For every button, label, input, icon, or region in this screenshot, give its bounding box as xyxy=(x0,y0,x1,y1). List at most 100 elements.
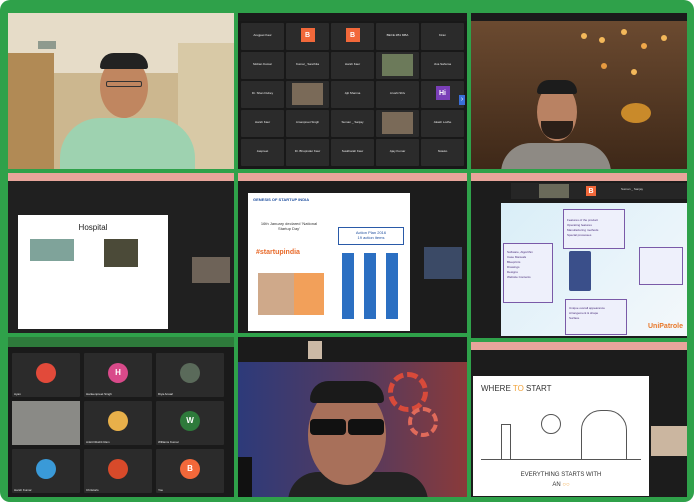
person-hair xyxy=(100,53,148,69)
participant-thumbnail[interactable] xyxy=(424,247,462,279)
slide-list-item: Blueprints xyxy=(507,260,521,264)
participant-cell[interactable]: Ajay Kumar xyxy=(376,139,419,166)
participant-name: Ankit Dikshit Ram xyxy=(86,440,110,444)
participant-cell[interactable]: Kumar_ Sanchita xyxy=(286,52,329,79)
mic-stand xyxy=(238,457,252,497)
participant-cell[interactable] xyxy=(376,110,419,137)
pillar-2 xyxy=(364,253,376,319)
video-tile-8[interactable] xyxy=(238,337,467,497)
slide-list-item: Unique overall appearance xyxy=(569,306,605,310)
participant-cell[interactable] xyxy=(12,401,80,445)
participant-cell[interactable]: BECE 2B1 MBA xyxy=(376,23,419,50)
participant-cell[interactable]: Ajit Sharma xyxy=(331,81,374,108)
door xyxy=(8,53,54,169)
participant-cell[interactable]: B You xyxy=(156,449,224,493)
person-shirt xyxy=(60,118,195,169)
video-tile-7-gallery[interactable]: Ayan H Harleenpreet Singh Diya Ansari Ankit … xyxy=(8,337,234,497)
top-bar xyxy=(238,13,467,21)
participant-cell[interactable] xyxy=(376,52,419,79)
slide-list-item: Case Manuals xyxy=(507,255,527,259)
participant-cell[interactable]: Kiran xyxy=(421,23,464,50)
photo-1 xyxy=(30,239,74,261)
video-tile-3[interactable] xyxy=(471,13,687,169)
participant-name: Christoris xyxy=(86,488,99,492)
screen-share-tile-5[interactable]: GENESIS OF STARTUP INDIA 16th January de… xyxy=(238,173,467,333)
slide: Hospital xyxy=(18,215,168,329)
participant-cell[interactable]: Dr. Shan Dubey xyxy=(241,81,284,108)
participant-name: Diya Ansari xyxy=(158,392,174,396)
participant-cell[interactable]: Mohan Kumar xyxy=(241,52,284,79)
participant-name: Harsh Kumar xyxy=(14,488,32,492)
participant-cell[interactable]: Harsh Kaur xyxy=(241,110,284,137)
photo-2 xyxy=(104,239,138,267)
participant-cell[interactable]: W Williams Kumar xyxy=(156,401,224,445)
slide-title: Hospital xyxy=(78,223,108,232)
thumb-video[interactable] xyxy=(308,341,322,359)
pillar-3 xyxy=(386,253,398,319)
screen-share-tile-9[interactable]: WHERE TO START EVERYTHING STARTS WITH AN… xyxy=(471,342,687,497)
participant-cell[interactable]: Harsh Kaur xyxy=(331,52,374,79)
participant-cell[interactable]: Jaspreet xyxy=(241,139,284,166)
gallery-frame: Aregjeet Kaur B B BECE 2B1 MBA Kiran Mohan Ku… xyxy=(0,0,694,502)
participant-cell[interactable]: Suman _ Sanjay xyxy=(331,110,374,137)
participant-thumbnail[interactable] xyxy=(192,257,230,283)
participant-cell[interactable]: Diya Ansari xyxy=(156,353,224,397)
participant-cell[interactable]: Jiva Sahsma xyxy=(421,52,464,79)
participant-name: Harleenpreet Singh xyxy=(86,392,112,396)
participant-name: Amanpreet Singh xyxy=(295,120,320,124)
participant-cell[interactable]: Ayan xyxy=(12,353,80,397)
glasses-left xyxy=(310,419,346,435)
participant-video xyxy=(292,83,323,105)
screen-share-tile-6[interactable]: B Suman _ Sanjay Software, Algorithm Case… xyxy=(471,173,687,338)
participant-cell[interactable]: Dr. Bhupinder Kaur xyxy=(286,139,329,166)
participant-cell[interactable]: B xyxy=(331,23,374,50)
participant-cell[interactable]: Suskharah Kaur xyxy=(331,139,374,166)
top-bar xyxy=(471,13,687,21)
participant-name: Noteko xyxy=(437,149,448,153)
video-tile-1[interactable] xyxy=(8,13,234,169)
thumbnail-strip xyxy=(238,337,467,362)
thumb-avatar[interactable]: B xyxy=(586,186,596,196)
share-banner xyxy=(471,342,687,350)
participant-thumbnail[interactable] xyxy=(651,426,687,456)
screen-share-tile-4[interactable]: Hospital xyxy=(8,173,234,333)
participant-cell[interactable]: Aregjeet Kaur xyxy=(241,23,284,50)
participant-name: You xyxy=(158,488,164,492)
participant-cell[interactable]: Harsh Kumar xyxy=(12,449,80,493)
participant-name: Dr. Shan Dubey xyxy=(251,91,274,95)
glasses xyxy=(106,81,142,87)
participant-avatar: W xyxy=(180,410,200,431)
slide-list-item: Website Contents xyxy=(507,275,531,279)
participant-cell[interactable]: Christoris xyxy=(84,449,152,493)
slide-list-item: Manufacturing methods xyxy=(567,228,599,232)
heading-part-3: START xyxy=(523,384,552,393)
thumb-video[interactable] xyxy=(539,184,569,198)
participant-name: BECE 2B1 MBA xyxy=(386,33,409,37)
participant-cell[interactable]: Noteko xyxy=(421,139,464,166)
participant-cell[interactable]: B xyxy=(286,23,329,50)
participant-cell[interactable]: Akash Lodhe xyxy=(421,110,464,137)
participant-cell[interactable]: H Harleenpreet Singh xyxy=(84,353,152,397)
video-tile-2-gallery[interactable]: Aregjeet Kaur B B BECE 2B1 MBA Kiran Mohan Ku… xyxy=(238,13,467,169)
participant-cell[interactable]: Ankit Dikshit Ram xyxy=(84,401,152,445)
window-reflection xyxy=(38,41,56,49)
next-page-arrow[interactable]: › xyxy=(459,95,465,105)
pillar-1 xyxy=(342,253,354,319)
participant-avatar: H xyxy=(108,362,128,383)
participant-cell[interactable]: Arushi Shiv xyxy=(376,81,419,108)
person-hair xyxy=(537,80,577,94)
participant-cell[interactable]: Amanpreet Singh xyxy=(286,110,329,137)
participant-cell[interactable]: Hi xyxy=(421,81,464,108)
ceiling-lights xyxy=(581,33,587,39)
participant-cell[interactable] xyxy=(286,81,329,108)
participant-name: Harsh Kaur xyxy=(344,62,361,66)
participant-avatar xyxy=(36,458,56,479)
slide: GENESIS OF STARTUP INDIA 16th January de… xyxy=(248,193,410,331)
thumbnail-strip: B Suman _ Sanjay xyxy=(511,183,687,199)
top-bar xyxy=(8,337,234,347)
slide: Software, Algorithm Case Manuals Blueprint… xyxy=(501,203,687,336)
slide-list-item: Features of the product xyxy=(567,218,599,222)
action-plan-sub: 19 action items xyxy=(357,235,385,240)
footer-line-1: EVERYTHING STARTS WITH xyxy=(520,472,602,478)
slide-list-item: Designs xyxy=(507,270,518,274)
